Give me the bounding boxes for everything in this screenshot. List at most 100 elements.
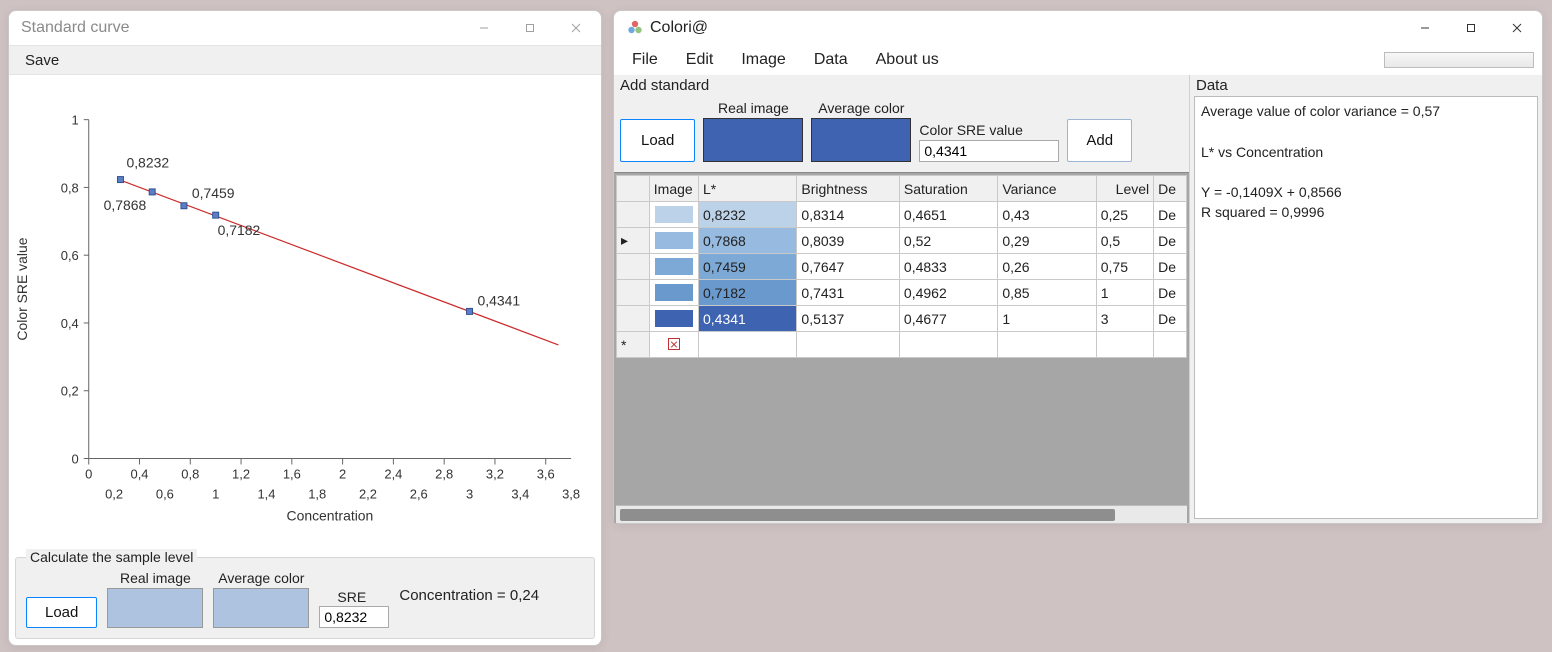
row-header[interactable] <box>617 306 650 332</box>
standard-curve-titlebar[interactable]: Standard curve <box>9 11 601 45</box>
addstd-load-button[interactable]: Load <box>620 119 695 162</box>
cell-image-swatch[interactable] <box>649 202 698 228</box>
table-row[interactable]: 0,43410,51370,467713De <box>617 306 1187 332</box>
cell[interactable]: De <box>1154 306 1187 332</box>
addstd-add-button[interactable]: Add <box>1067 119 1132 162</box>
menu-edit[interactable]: Edit <box>672 49 728 71</box>
cell[interactable] <box>899 332 997 358</box>
cell[interactable]: 1 <box>1096 280 1153 306</box>
sample-concentration-output: Concentration = 0,24 <box>399 587 539 604</box>
cell[interactable]: De <box>1154 280 1187 306</box>
cell[interactable]: 0,26 <box>998 254 1096 280</box>
grid-horizontal-scrollbar[interactable] <box>616 505 1187 523</box>
cell[interactable]: 0,52 <box>899 228 997 254</box>
cell-image-swatch[interactable] <box>649 306 698 332</box>
cell[interactable] <box>1154 332 1187 358</box>
cell[interactable]: 0,85 <box>998 280 1096 306</box>
addstd-sre-input[interactable] <box>919 140 1059 162</box>
standard-curve-window: Standard curve Save 00,20,40,60,8100,40,… <box>8 10 602 646</box>
svg-text:1: 1 <box>72 113 79 128</box>
colori-minimize-button[interactable] <box>1402 13 1448 43</box>
colori-close-button[interactable] <box>1494 13 1540 43</box>
sample-avg-color-label: Average color <box>213 570 309 586</box>
svg-text:0,2: 0,2 <box>105 486 123 501</box>
new-row-marker: * <box>617 332 650 358</box>
cell[interactable]: 0,4962 <box>899 280 997 306</box>
col-level[interactable]: Level <box>1096 176 1153 202</box>
cell-image-swatch[interactable] <box>649 228 698 254</box>
cell[interactable]: 0,7868 <box>699 228 797 254</box>
cell[interactable]: 0,5 <box>1096 228 1153 254</box>
cell[interactable] <box>998 332 1096 358</box>
cell[interactable]: 0,25 <box>1096 202 1153 228</box>
col-brightness[interactable]: Brightness <box>797 176 900 202</box>
cell[interactable] <box>797 332 900 358</box>
addstd-real-image-label: Real image <box>718 100 789 116</box>
svg-text:0: 0 <box>85 466 92 481</box>
cell[interactable]: 0,29 <box>998 228 1096 254</box>
close-button[interactable] <box>553 13 599 43</box>
cell[interactable]: 0,43 <box>998 202 1096 228</box>
svg-text:2,8: 2,8 <box>435 466 453 481</box>
menu-data[interactable]: Data <box>800 49 862 71</box>
col-variance[interactable]: Variance <box>998 176 1096 202</box>
cell[interactable]: 0,4341 <box>699 306 797 332</box>
add-standard-label: Add standard <box>614 75 1189 94</box>
standards-grid[interactable]: Image L* Brightness Saturation Variance … <box>616 175 1187 358</box>
cell-image-swatch[interactable] <box>649 280 698 306</box>
col-image[interactable]: Image <box>649 176 698 202</box>
menu-file[interactable]: File <box>618 49 672 71</box>
cell[interactable]: 0,7459 <box>699 254 797 280</box>
svg-text:1,8: 1,8 <box>308 486 326 501</box>
row-header[interactable] <box>617 202 650 228</box>
table-row[interactable]: 0,82320,83140,46510,430,25De <box>617 202 1187 228</box>
cell[interactable]: 0,4677 <box>899 306 997 332</box>
sample-load-button[interactable]: Load <box>26 597 97 628</box>
col-saturation[interactable]: Saturation <box>899 176 997 202</box>
calculate-sample-legend: Calculate the sample level <box>26 549 197 565</box>
svg-text:1,6: 1,6 <box>283 466 301 481</box>
cell[interactable]: 0,7647 <box>797 254 900 280</box>
cell[interactable]: 0,7182 <box>699 280 797 306</box>
row-header[interactable] <box>617 280 650 306</box>
cell[interactable]: 0,8232 <box>699 202 797 228</box>
new-row[interactable]: * <box>617 332 1187 358</box>
svg-text:0,7868: 0,7868 <box>104 197 147 213</box>
svg-text:Concentration: Concentration <box>287 507 374 523</box>
cell[interactable]: 1 <box>998 306 1096 332</box>
cell[interactable]: De <box>1154 202 1187 228</box>
col-lstar[interactable]: L* <box>699 176 797 202</box>
progress-bar <box>1384 52 1534 68</box>
add-standard-pane: Add standard Load Real image Average col… <box>614 75 1190 523</box>
menu-image[interactable]: Image <box>727 49 799 71</box>
row-header[interactable] <box>617 254 650 280</box>
table-row[interactable]: 0,74590,76470,48330,260,75De <box>617 254 1187 280</box>
cell[interactable]: 0,5137 <box>797 306 900 332</box>
sample-sre-input[interactable] <box>319 606 389 628</box>
cell[interactable]: De <box>1154 254 1187 280</box>
cell[interactable] <box>699 332 797 358</box>
colori-titlebar[interactable]: Colori@ <box>614 11 1542 45</box>
maximize-button[interactable] <box>507 13 553 43</box>
cell[interactable]: 0,75 <box>1096 254 1153 280</box>
table-row[interactable]: ▸ 0,78680,80390,520,290,5De <box>617 228 1187 254</box>
cell-image-swatch[interactable] <box>649 254 698 280</box>
minimize-button[interactable] <box>461 13 507 43</box>
cell[interactable]: 0,8314 <box>797 202 900 228</box>
col-delete[interactable]: De <box>1154 176 1187 202</box>
colori-maximize-button[interactable] <box>1448 13 1494 43</box>
cell[interactable]: 3 <box>1096 306 1153 332</box>
menu-aboutus[interactable]: About us <box>862 49 953 71</box>
new-row-delete-icon[interactable] <box>649 332 698 358</box>
table-row[interactable]: 0,71820,74310,49620,851De <box>617 280 1187 306</box>
row-header[interactable]: ▸ <box>617 228 650 254</box>
cell[interactable]: De <box>1154 228 1187 254</box>
cell[interactable]: 0,7431 <box>797 280 900 306</box>
cell[interactable]: 0,4651 <box>899 202 997 228</box>
svg-text:0,6: 0,6 <box>61 248 79 263</box>
cell[interactable]: 0,4833 <box>899 254 997 280</box>
menu-save[interactable]: Save <box>15 48 69 73</box>
cell[interactable] <box>1096 332 1153 358</box>
cell[interactable]: 0,8039 <box>797 228 900 254</box>
svg-text:0,7459: 0,7459 <box>192 185 235 201</box>
